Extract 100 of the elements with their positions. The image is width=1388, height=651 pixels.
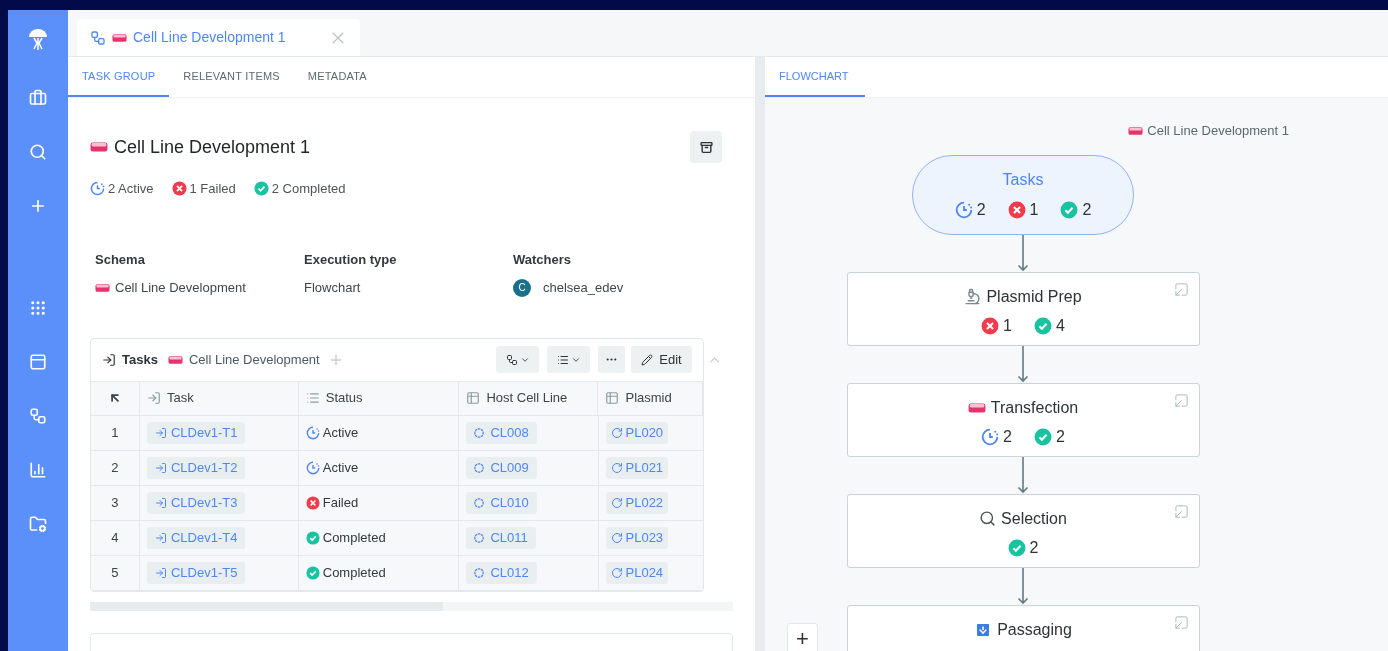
dish-icon: [90, 141, 108, 153]
clock-icon: [305, 460, 320, 475]
check-icon: [253, 181, 269, 197]
cell-line-icon: [474, 532, 485, 543]
connector-arrow: [1017, 567, 1029, 605]
tab-title: Cell Line Development 1: [133, 28, 287, 47]
open-node-icon[interactable]: [1173, 614, 1189, 630]
jellyfish-logo-icon[interactable]: [27, 27, 49, 53]
plasmid-icon: [610, 496, 623, 509]
flow-node[interactable]: Plasmid Prep 1 4: [846, 271, 1200, 346]
node-title: Transfection: [990, 397, 1079, 418]
field-label: Schema: [95, 250, 146, 269]
column-header[interactable]: Task: [166, 388, 194, 408]
panel-tab[interactable]: RELEVANT ITEMS: [169, 57, 294, 97]
node-count: 2: [976, 199, 986, 220]
connector-arrow: [1017, 234, 1029, 272]
workflow-dropdown[interactable]: [496, 346, 540, 373]
field-value[interactable]: chelsea_edev: [543, 278, 624, 298]
column-header[interactable]: Host Cell Line: [486, 388, 568, 408]
plasmid-link[interactable]: PL023: [605, 526, 669, 549]
flow-node[interactable]: Selection 2: [846, 493, 1200, 568]
page-title: Cell Line Development 1: [114, 135, 311, 159]
check-icon: [305, 565, 320, 580]
plasmid-link[interactable]: PL024: [605, 561, 669, 584]
open-node-icon[interactable]: [1173, 392, 1189, 408]
node-count: 1: [1003, 315, 1012, 336]
task-link[interactable]: CLDev1-T3: [146, 491, 246, 514]
open-node-icon[interactable]: [1173, 503, 1189, 519]
zoom-in-button[interactable]: +: [787, 623, 818, 651]
cell-line-link[interactable]: CL008: [466, 421, 537, 444]
panel-icon[interactable]: [29, 353, 47, 371]
table-icon: [605, 391, 620, 405]
status-count: 1 Failed: [189, 180, 236, 198]
status-count: 2 Active: [108, 180, 154, 198]
apps-icon[interactable]: [29, 299, 47, 317]
plasmid-link[interactable]: PL020: [605, 421, 669, 444]
sort-dropdown[interactable]: [547, 346, 591, 373]
check-icon: [1034, 316, 1052, 335]
node-count: 2: [1082, 199, 1092, 220]
pencil-icon: [641, 353, 654, 366]
error-icon: [305, 495, 320, 510]
plasmid-link[interactable]: PL021: [605, 456, 669, 479]
cell-line-icon: [474, 497, 485, 508]
node-title: Selection: [1001, 508, 1067, 529]
panel-tab[interactable]: METADATA: [293, 57, 381, 97]
cell-line-link[interactable]: CL011: [466, 526, 536, 549]
plasmid-icon: [610, 461, 623, 474]
clock-icon: [981, 427, 1000, 446]
column-header[interactable]: Status: [325, 388, 363, 408]
node-title: Passaging: [997, 619, 1072, 640]
check-icon: [1034, 427, 1052, 446]
archive-button[interactable]: [690, 131, 722, 163]
search-icon[interactable]: [29, 143, 47, 161]
bar-chart-icon[interactable]: [29, 461, 47, 479]
cell-line-link[interactable]: CL012: [466, 561, 537, 584]
folder-icon[interactable]: [29, 515, 47, 533]
task-icon: [154, 531, 167, 544]
task-link[interactable]: CLDev1-T4: [146, 526, 246, 549]
open-node-icon[interactable]: [1173, 281, 1189, 297]
vertical-scrollbar[interactable]: [755, 57, 765, 651]
task-link[interactable]: CLDev1-T2: [146, 456, 246, 479]
cell-line-link[interactable]: CL010: [466, 491, 537, 514]
clock-icon: [305, 425, 320, 440]
check-icon: [1007, 538, 1026, 557]
cell-line-link[interactable]: CL009: [466, 456, 537, 479]
column-header[interactable]: Plasmid: [625, 388, 672, 408]
row-number: 5: [111, 563, 119, 582]
panel-tab[interactable]: TASK GROUP: [68, 57, 170, 97]
dish-icon: [1128, 125, 1144, 136]
document-tab[interactable]: Cell Line Development 1: [77, 19, 360, 56]
node-title: Tasks: [1002, 169, 1044, 190]
task-icon: [154, 426, 167, 439]
clock-icon: [954, 200, 973, 219]
plasmid-icon: [610, 531, 623, 544]
plus-icon[interactable]: [29, 197, 47, 215]
magnifier-icon: [979, 510, 997, 527]
row-number: 4: [111, 528, 119, 547]
horizontal-scrollbar[interactable]: [90, 601, 733, 611]
task-link[interactable]: CLDev1-T5: [146, 561, 246, 584]
workflow-icon[interactable]: [29, 407, 47, 425]
error-icon: [171, 181, 187, 197]
dish-icon: [112, 32, 127, 43]
start-node[interactable]: Tasks 2 1 2: [912, 154, 1134, 235]
field-value[interactable]: Cell Line Development: [115, 278, 246, 298]
more-button[interactable]: [598, 346, 626, 373]
flow-node[interactable]: Transfection 2 2: [846, 382, 1200, 457]
row-number: 3: [111, 493, 119, 512]
edit-button[interactable]: Edit: [631, 346, 692, 373]
task-icon: [146, 391, 161, 405]
flow-node[interactable]: Passaging: [846, 604, 1200, 651]
panel-tab[interactable]: FLOWCHART: [765, 57, 865, 97]
briefcase-icon[interactable]: [29, 89, 47, 107]
workflow-icon: [90, 29, 106, 46]
dish-icon: [95, 282, 110, 293]
node-count: 4: [1056, 315, 1065, 336]
microscope-icon: [964, 288, 982, 305]
plasmid-link[interactable]: PL022: [605, 491, 669, 514]
task-link[interactable]: CLDev1-T1: [146, 421, 246, 444]
flowchart-title: Cell Line Development 1: [1147, 122, 1289, 140]
status-text: Active: [322, 458, 359, 477]
